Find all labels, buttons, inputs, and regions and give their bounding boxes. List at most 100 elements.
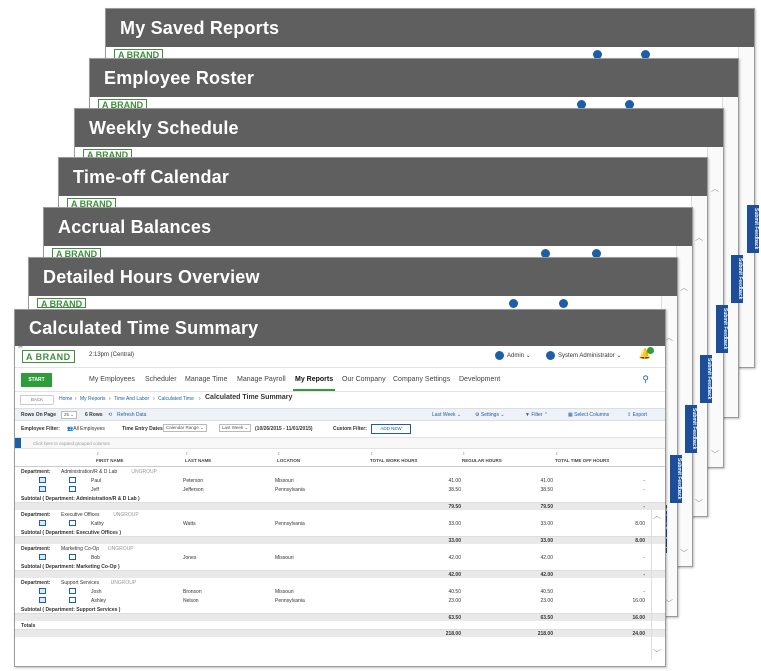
main-nav: START My Employees Scheduler Manage Time…	[15, 368, 665, 392]
chevron-down-icon[interactable]: ﹀	[695, 498, 703, 509]
start-button[interactable]: START	[21, 373, 52, 387]
group-handle[interactable]	[15, 438, 21, 448]
refresh-data-link[interactable]: Refresh Data	[117, 412, 146, 418]
submit-feedback-tab[interactable]: Submit Feedback	[731, 255, 743, 303]
ungroup-link[interactable]: UNGROUP	[108, 546, 134, 552]
edit-icon[interactable]	[39, 520, 46, 526]
grid-scrollbar[interactable]: ︿ ﹀	[651, 510, 661, 660]
cell-time-off-hours: 16.00	[632, 598, 645, 604]
sort-icon[interactable]: ⇕	[462, 451, 465, 456]
col-total-time-off-hours[interactable]: TOTAL TIME OFF HOURS	[555, 458, 609, 463]
refresh-icon[interactable]: ⟲	[108, 412, 112, 418]
last-week-select[interactable]: Last Week ⌄	[219, 424, 252, 432]
submit-feedback-tab[interactable]: Submit Feedback	[670, 455, 682, 503]
col-location[interactable]: LOCATION	[277, 458, 300, 463]
sort-icon[interactable]: ⇕	[185, 451, 188, 456]
nav-manage-payroll[interactable]: Manage Payroll	[237, 376, 286, 383]
view-detail-icon[interactable]	[69, 477, 76, 483]
admin-user-menu[interactable]: Admin ⌄	[495, 351, 531, 360]
view-detail-icon[interactable]	[69, 554, 76, 560]
cell-total-work-hours: 38.50	[448, 487, 461, 493]
ungroup-link[interactable]: UNGROUP	[131, 469, 157, 475]
ungroup-link[interactable]: UNGROUP	[111, 580, 137, 586]
submit-feedback-tab[interactable]: Submit Feedback	[685, 405, 697, 453]
edit-icon[interactable]	[39, 588, 46, 594]
breadcrumb-my-reports[interactable]: My Reports	[80, 396, 106, 402]
table-row[interactable]: Jeff Jefferson Pennsylvania 38.50 38.50 -	[15, 485, 665, 494]
last-week-dropdown[interactable]: Last Week ⌄	[432, 412, 461, 418]
chevron-down-icon[interactable]: ﹀	[653, 648, 661, 659]
search-icon[interactable]: ⚲	[642, 374, 649, 385]
rows-count: 6 Rows	[85, 412, 103, 418]
col-regular-hours[interactable]: REGULAR HOURS	[462, 458, 502, 463]
breadcrumb-time-and-labor[interactable]: Time And Labor	[114, 396, 149, 402]
col-last-name[interactable]: LAST NAME	[185, 458, 211, 463]
view-detail-icon[interactable]	[69, 486, 76, 492]
back-button[interactable]: BACK	[20, 395, 54, 405]
submit-feedback-tab[interactable]: Submit Feedback	[700, 355, 712, 403]
brand-logo[interactable]: A BRAND	[22, 350, 75, 363]
nav-scheduler[interactable]: Scheduler	[145, 376, 177, 383]
calendar-range-select[interactable]: Calendar Range ⌄	[163, 424, 207, 432]
col-total-work-hours[interactable]: TOTAL WORK HOURS	[370, 458, 418, 463]
nav-development[interactable]: Development	[459, 376, 500, 383]
time-entry-label: Time Entry Dates:	[122, 426, 165, 432]
edit-icon[interactable]	[39, 486, 46, 492]
nav-our-company[interactable]: Our Company	[342, 376, 386, 383]
select-columns-button[interactable]: ▦ Select Columns	[568, 412, 609, 418]
ungroup-link[interactable]: UNGROUP	[113, 512, 139, 518]
table-row[interactable]: Kathy Watts Pennsylvania 33.00 33.00 8.00	[15, 519, 665, 528]
submit-feedback-tab[interactable]: Submit Feedback	[747, 205, 759, 253]
nav-my-employees[interactable]: My Employees	[89, 376, 135, 383]
sort-icon[interactable]: ⇕	[555, 451, 558, 456]
table-row[interactable]: Ashley Nelson Pennsylvania 23.00 23.00 16.00	[15, 596, 665, 605]
rows-on-page-select[interactable]: 25 ⌄	[61, 411, 78, 419]
chevron-up-icon[interactable]: ︿	[653, 510, 661, 521]
card-title: My Saved Reports	[106, 9, 754, 47]
view-detail-icon[interactable]	[69, 597, 76, 603]
group-bar[interactable]: Click here to expand grouped columns	[15, 437, 665, 449]
chevron-up-icon[interactable]: ︿	[711, 183, 719, 194]
export-button[interactable]: ⇪ Export	[627, 412, 647, 418]
cell-first-name: Kathy	[91, 521, 104, 527]
sort-icon[interactable]: ⇕	[277, 451, 280, 456]
chevron-down-icon[interactable]: ﹀	[711, 449, 719, 460]
settings-dropdown[interactable]: ⚙ Settings ⌄	[475, 412, 505, 418]
chevron-up-icon[interactable]: ︿	[695, 232, 703, 243]
edit-icon[interactable]	[39, 477, 46, 483]
chevron-down-icon[interactable]: ﹀	[680, 548, 688, 559]
table-row[interactable]: Josh Bronson Missouri 40.50 40.50 -	[15, 587, 665, 596]
nav-my-reports[interactable]: My Reports	[295, 376, 333, 383]
chevron-down-icon[interactable]: ﹀	[665, 598, 673, 609]
system-admin-menu[interactable]: System Administrator ⌄	[546, 351, 621, 360]
total-work-hours: 218.00	[445, 631, 461, 637]
brand-logo: A BRAND	[37, 298, 87, 309]
totals-row: 218.00 218.00 24.00	[15, 629, 665, 637]
table-row[interactable]: Bob Jones Missouri 42.00 42.00 -	[15, 553, 665, 562]
department-name: Marketing Co-Op	[61, 546, 100, 552]
cell-regular-hours: 40.50	[540, 589, 553, 595]
employee-filter-value[interactable]: 👥All Employees	[67, 426, 105, 432]
view-detail-icon[interactable]	[69, 588, 76, 594]
view-detail-icon[interactable]	[69, 520, 76, 526]
edit-icon[interactable]	[39, 554, 46, 560]
cell-location: Pennsylvania	[275, 487, 305, 493]
card-title: Accrual Balances	[44, 208, 692, 246]
report-card-calculated-time-summary[interactable]: Calculated Time Summary ✂ A BRAND 2:13pm…	[14, 309, 666, 667]
table-row[interactable]: Paul Peterson Missouri 41.00 41.00 -	[15, 476, 665, 485]
filter-icon: ▼	[525, 412, 530, 418]
filter-dropdown[interactable]: ▼ Filter ⌃	[525, 412, 548, 418]
nav-company-settings[interactable]: Company Settings	[393, 376, 450, 383]
nav-manage-time[interactable]: Manage Time	[185, 376, 227, 383]
sort-icon[interactable]: ⇕	[370, 451, 373, 456]
edit-icon[interactable]	[39, 597, 46, 603]
breadcrumb-home[interactable]: Home	[59, 396, 72, 402]
add-new-filter-button[interactable]: ADD NEW	[371, 424, 411, 434]
submit-feedback-tab[interactable]: Submit Feedback	[716, 305, 728, 353]
chevron-up-icon[interactable]: ︿	[665, 332, 673, 343]
group-hint: Click here to expand grouped columns	[33, 441, 110, 446]
sort-icon[interactable]: ⇕	[96, 451, 99, 456]
col-first-name[interactable]: FIRST NAME	[96, 458, 124, 463]
breadcrumb-calculated-time[interactable]: Calculated Time	[158, 396, 194, 402]
chevron-up-icon[interactable]: ︿	[680, 282, 688, 293]
